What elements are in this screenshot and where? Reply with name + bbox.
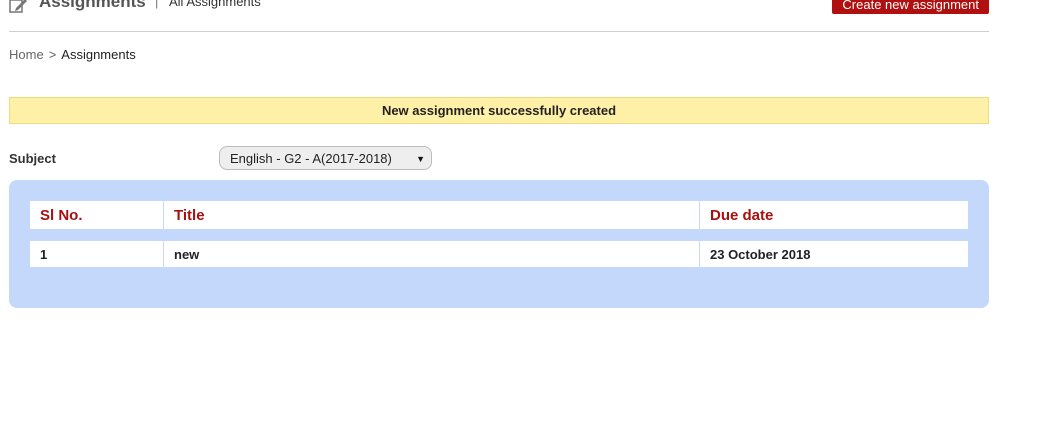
cell-due-date: 23 October 2018 — [710, 246, 811, 262]
success-alert: New assignment successfully created — [9, 97, 989, 124]
page-header: Assignments | All Assignments Create new… — [9, 0, 989, 14]
column-header-sl-no: Sl No. — [30, 201, 164, 229]
table-row[interactable]: 1 new 23 October 2018 — [30, 241, 968, 267]
edit-icon — [9, 0, 29, 13]
breadcrumb-current: Assignments — [61, 47, 136, 62]
cell-title[interactable]: new — [164, 241, 700, 267]
create-new-assignment-button[interactable]: Create new assignment — [832, 0, 989, 14]
subject-select[interactable]: English - G2 - A(2017-2018) ▼ — [219, 146, 432, 170]
assignments-table-panel: Sl No. Title Due date 1 new 23 October 2… — [9, 180, 989, 308]
page-title: Assignments — [39, 0, 146, 11]
subject-select-value: English - G2 - A(2017-2018) — [230, 151, 392, 166]
header-subtitle-link[interactable]: All Assignments — [169, 0, 261, 9]
column-header-title: Title — [164, 201, 700, 229]
breadcrumb-separator: > — [48, 47, 57, 62]
header-divider — [9, 31, 989, 32]
caret-down-icon: ▼ — [416, 154, 425, 164]
column-header-due-date: Due date — [710, 206, 774, 224]
breadcrumb-home-link[interactable]: Home — [9, 47, 44, 62]
breadcrumb: Home > Assignments — [9, 47, 136, 62]
table-header-row: Sl No. Title Due date — [30, 201, 968, 229]
header-separator: | — [155, 0, 159, 9]
subject-label: Subject — [9, 151, 56, 166]
cell-sl-no: 1 — [30, 241, 164, 267]
